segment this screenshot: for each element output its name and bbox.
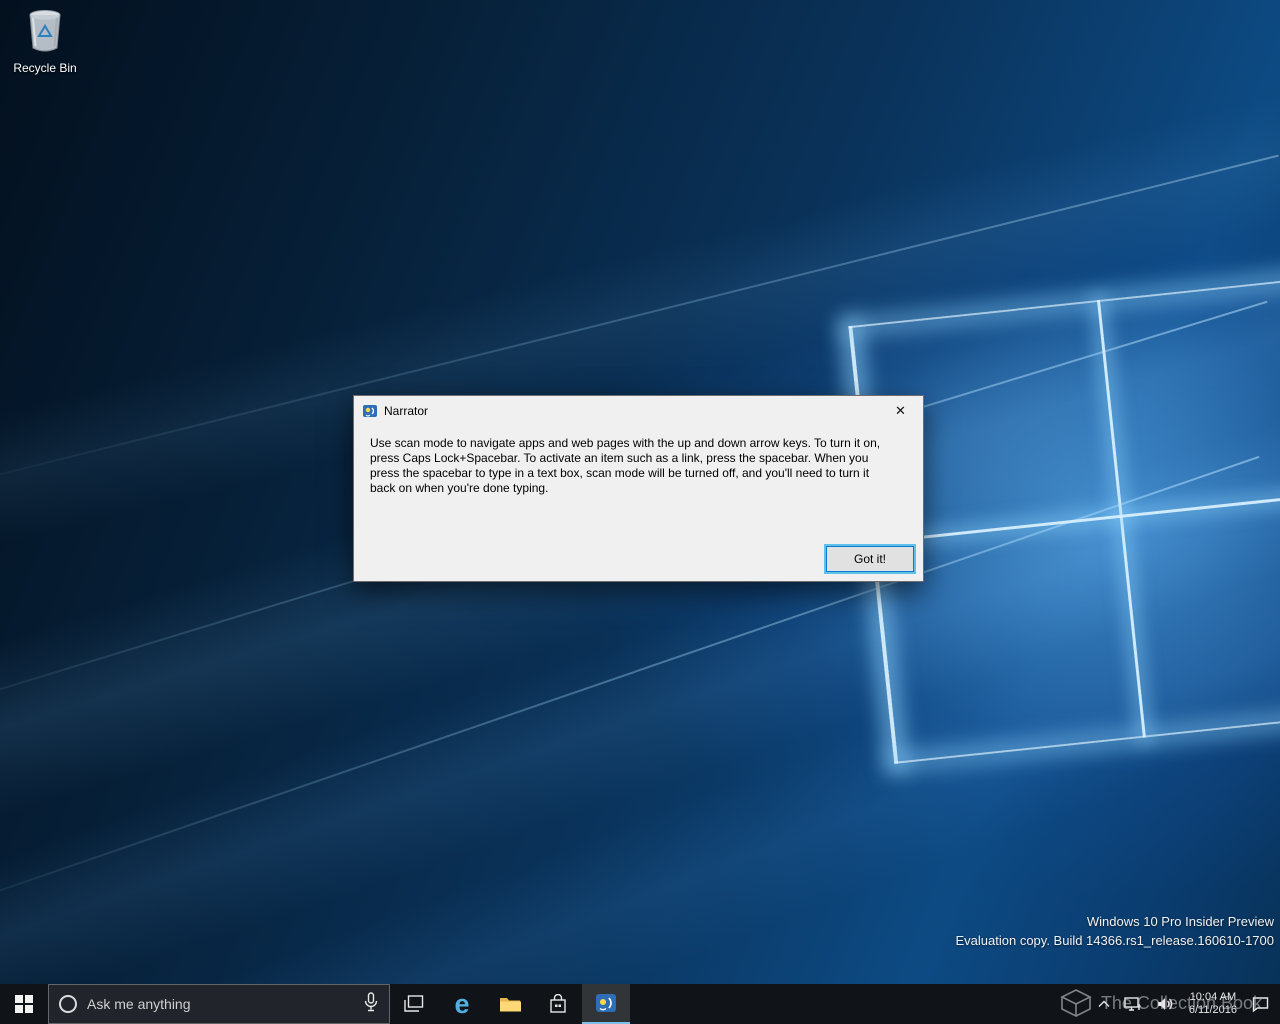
recycle-bin-label: Recycle Bin bbox=[13, 61, 77, 75]
volume-tray-button[interactable] bbox=[1149, 984, 1181, 1024]
narrator-icon bbox=[596, 994, 616, 1012]
dialog-message: Use scan mode to navigate apps and web p… bbox=[370, 436, 881, 495]
edge-icon: e bbox=[454, 988, 470, 1019]
cortana-icon bbox=[59, 995, 77, 1013]
tray-chevron-button[interactable] bbox=[1091, 984, 1117, 1024]
task-view-icon bbox=[404, 995, 424, 1012]
close-glyph: ✕ bbox=[895, 403, 906, 418]
dialog-title: Narrator bbox=[384, 404, 429, 418]
narrator-taskbar-button[interactable] bbox=[582, 984, 630, 1024]
recycle-bin[interactable]: Recycle Bin bbox=[8, 6, 82, 75]
file-explorer-button[interactable] bbox=[486, 984, 534, 1024]
action-center-icon bbox=[1252, 997, 1269, 1012]
volume-icon bbox=[1157, 998, 1173, 1010]
got-it-button[interactable]: Got it! bbox=[826, 546, 914, 572]
store-button[interactable] bbox=[534, 984, 582, 1024]
taskbar-spacer bbox=[630, 984, 1091, 1024]
file-explorer-icon bbox=[500, 998, 521, 1012]
recycle-bin-icon bbox=[23, 6, 67, 54]
network-icon bbox=[1124, 997, 1141, 1011]
search-input[interactable] bbox=[77, 996, 363, 1012]
chevron-up-icon bbox=[1098, 1000, 1110, 1007]
close-icon[interactable]: ✕ bbox=[878, 397, 923, 426]
clock-date: 6/11/2016 bbox=[1188, 1004, 1237, 1016]
microphone-icon[interactable] bbox=[363, 991, 379, 1017]
system-tray: 10:04 AM 6/11/2016 bbox=[1091, 984, 1280, 1024]
task-view-button[interactable] bbox=[390, 984, 438, 1024]
taskbar-clock[interactable]: 10:04 AM 6/11/2016 bbox=[1181, 991, 1245, 1017]
dialog-footer: Got it! bbox=[826, 546, 914, 572]
network-tray-button[interactable] bbox=[1117, 984, 1149, 1024]
clock-time: 10:04 AM bbox=[1189, 991, 1237, 1003]
narrator-app-icon bbox=[362, 403, 378, 419]
taskbar: e bbox=[0, 984, 1280, 1024]
watermark-line-2: Evaluation copy. Build 14366.rs1_release… bbox=[955, 933, 1275, 948]
edge-button[interactable]: e bbox=[438, 984, 486, 1024]
watermark-line-1: Windows 10 Pro Insider Preview bbox=[1086, 914, 1274, 929]
taskbar-search[interactable] bbox=[48, 984, 390, 1024]
action-center-button[interactable] bbox=[1245, 984, 1276, 1024]
start-button[interactable] bbox=[0, 984, 48, 1024]
desktop-watermark: Windows 10 Pro Insider Preview Evaluatio… bbox=[956, 912, 1275, 950]
dialog-titlebar[interactable]: Narrator ✕ bbox=[354, 396, 923, 426]
desktop: Recycle Bin Windows 10 Pro Insider Previ… bbox=[0, 0, 1280, 984]
narrator-dialog: Narrator ✕ Use scan mode to navigate app… bbox=[353, 395, 924, 582]
windows-logo-icon bbox=[15, 995, 33, 1013]
store-icon bbox=[550, 994, 566, 1013]
